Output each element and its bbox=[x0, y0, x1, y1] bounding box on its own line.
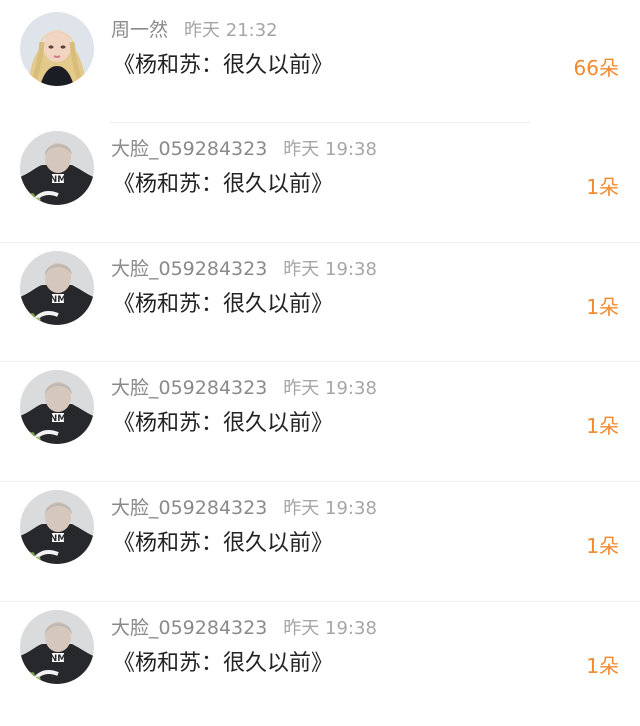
user-avatar[interactable]: NM bbox=[20, 131, 94, 205]
flower-count: 1朵 bbox=[586, 534, 619, 558]
comment-text: 《杨和苏：很久以前》 bbox=[113, 172, 334, 197]
username[interactable]: 大脸_059284323 bbox=[111, 617, 267, 639]
comment-text: 《杨和苏：很久以前》 bbox=[113, 292, 334, 317]
user-avatar[interactable] bbox=[20, 12, 94, 86]
timestamp: 昨天 19:38 bbox=[283, 259, 377, 280]
comment-text: 《杨和苏：很久以前》 bbox=[113, 411, 334, 436]
username[interactable]: 周一然 bbox=[111, 19, 168, 41]
row-divider bbox=[0, 361, 640, 362]
row-divider bbox=[0, 242, 640, 243]
username[interactable]: 大脸_059284323 bbox=[111, 497, 267, 519]
user-avatar[interactable]: NM bbox=[20, 370, 94, 444]
timestamp: 昨天 19:38 bbox=[283, 139, 377, 160]
flower-count: 1朵 bbox=[586, 654, 619, 678]
svg-text:NM: NM bbox=[50, 175, 67, 185]
row-divider bbox=[0, 601, 640, 602]
comment-item[interactable]: NM 大脸_059284323 昨天 19:38 《杨和苏：很久以前》 1朵 bbox=[0, 478, 640, 598]
comment-meta: 大脸_059284323 昨天 19:38 bbox=[111, 136, 377, 162]
timestamp: 昨天 19:38 bbox=[283, 378, 377, 399]
flower-count: 66朵 bbox=[573, 56, 619, 80]
timestamp: 昨天 19:38 bbox=[283, 498, 377, 519]
flower-count: 1朵 bbox=[586, 295, 619, 319]
user-avatar[interactable]: NM bbox=[20, 490, 94, 564]
timestamp: 昨天 19:38 bbox=[283, 618, 377, 639]
comment-meta: 大脸_059284323 昨天 19:38 bbox=[111, 256, 377, 282]
row-divider bbox=[0, 481, 640, 482]
username[interactable]: 大脸_059284323 bbox=[111, 258, 267, 280]
comment-item[interactable]: NM 大脸_059284323 昨天 19:38 《杨和苏：很久以前》 1朵 bbox=[0, 358, 640, 478]
svg-text:NM: NM bbox=[50, 654, 67, 664]
svg-text:NM: NM bbox=[50, 534, 67, 544]
comment-text: 《杨和苏：很久以前》 bbox=[113, 531, 334, 556]
comment-meta: 大脸_059284323 昨天 19:38 bbox=[111, 375, 377, 401]
comment-item[interactable]: NM 大脸_059284323 昨天 19:38 《杨和苏：很久以前》 1朵 bbox=[0, 598, 640, 718]
user-avatar[interactable]: NM bbox=[20, 251, 94, 325]
flower-count: 1朵 bbox=[586, 175, 619, 199]
comment-text: 《杨和苏：很久以前》 bbox=[113, 53, 334, 78]
svg-text:NM: NM bbox=[50, 414, 67, 424]
flower-count: 1朵 bbox=[586, 414, 619, 438]
timestamp: 昨天 21:32 bbox=[184, 20, 278, 41]
comment-meta: 大脸_059284323 昨天 19:38 bbox=[111, 615, 377, 641]
comment-meta: 大脸_059284323 昨天 19:38 bbox=[111, 495, 377, 521]
comment-item[interactable]: 周一然 昨天 21:32 《杨和苏：很久以前》 66朵 bbox=[0, 0, 640, 120]
username[interactable]: 大脸_059284323 bbox=[111, 377, 267, 399]
comment-item[interactable]: NM 大脸_059284323 昨天 19:38 《杨和苏：很久以前》 1朵 bbox=[0, 119, 640, 239]
comment-text: 《杨和苏：很久以前》 bbox=[113, 651, 334, 676]
comment-meta: 周一然 昨天 21:32 bbox=[111, 17, 278, 43]
svg-text:NM: NM bbox=[50, 295, 67, 305]
username[interactable]: 大脸_059284323 bbox=[111, 138, 267, 160]
row-divider bbox=[110, 122, 530, 123]
comment-item[interactable]: NM 大脸_059284323 昨天 19:38 《杨和苏：很久以前》 1朵 bbox=[0, 239, 640, 359]
user-avatar[interactable]: NM bbox=[20, 610, 94, 684]
